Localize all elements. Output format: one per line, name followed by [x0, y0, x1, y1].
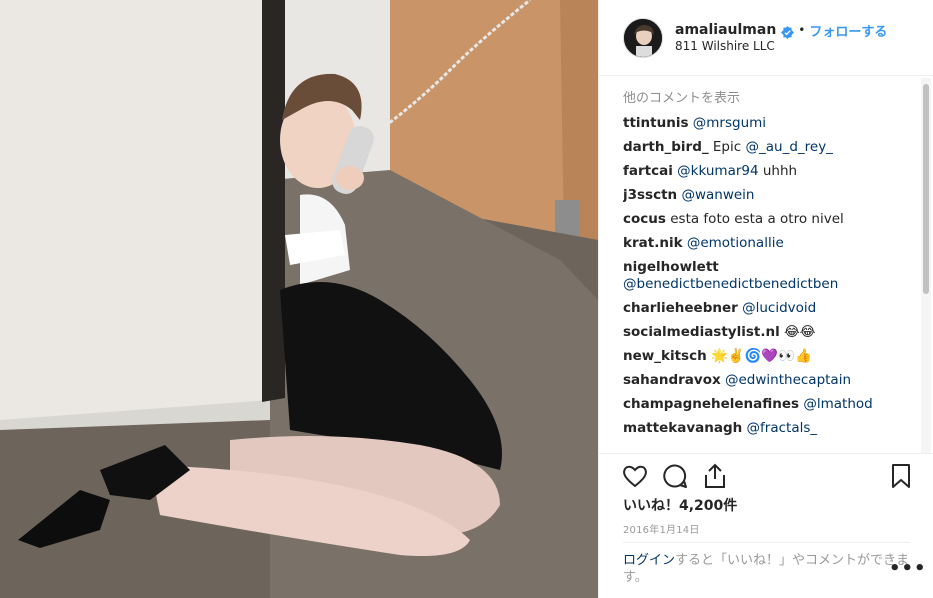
comment-row: cocus esta foto esta a otro nivel [623, 208, 915, 232]
instagram-post-viewer: amaliaulman • フォローする 811 Wilshire LLC 他の… [0, 0, 933, 598]
comment-mention[interactable]: @wanwein [681, 187, 754, 203]
comments-list[interactable]: 他のコメントを表示 ttintunis @mrsgumi darth_bird_ … [623, 86, 915, 452]
share-icon[interactable] [701, 462, 729, 490]
action-bar [599, 453, 933, 501]
comment-username[interactable]: champagnehelenafines [623, 396, 799, 412]
comment-row: sahandravox @edwinthecaptain [623, 369, 915, 393]
comment-mention[interactable]: @mrsgumi [693, 115, 766, 131]
comment-mention[interactable]: @benedictbenedictbenedictben [623, 276, 838, 292]
comment-username[interactable]: socialmediastylist.nl [623, 324, 780, 340]
comment-username[interactable]: fartcai [623, 163, 673, 179]
comment-row: champagnehelenafines @lmathod [623, 393, 915, 417]
more-options-icon[interactable]: ••• [889, 560, 927, 578]
comment-text: esta foto esta a otro nivel [670, 211, 844, 227]
comment-items: ttintunis @mrsgumi darth_bird_ Epic @_au_… [623, 112, 915, 441]
avatar-image [624, 19, 662, 57]
post-header: amaliaulman • フォローする 811 Wilshire LLC [599, 0, 933, 76]
comment-row: new_kitsch 🌟✌️🌀💜👀👍 [623, 345, 915, 369]
comment-text: 😂😂 [784, 324, 816, 340]
avatar[interactable] [623, 18, 663, 58]
comment-username[interactable]: cocus [623, 211, 666, 227]
comment-username[interactable]: krat.nik [623, 235, 683, 251]
comment-mention[interactable]: @_au_d_rey_ [745, 139, 832, 155]
comment-row: j3ssctn @wanwein [623, 184, 915, 208]
comment-text: 🌟✌️🌀💜👀👍 [711, 348, 812, 364]
comment-mention[interactable]: @edwinthecaptain [725, 372, 851, 388]
comment-row: charlieheebner @lucidvoid [623, 297, 915, 321]
comment-username[interactable]: mattekavanagh [623, 420, 742, 436]
bookmark-icon[interactable] [887, 462, 915, 490]
follow-button[interactable]: フォローする [809, 21, 887, 40]
comments-scrollbar[interactable] [921, 78, 931, 453]
photo-illustration [0, 0, 598, 598]
comment-mention[interactable]: @emotionallie [687, 235, 784, 251]
comment-username[interactable]: j3ssctn [623, 187, 677, 203]
comment-row: fartcai @kkumar94 uhhh [623, 160, 915, 184]
comment-username[interactable]: nigelhowlett [623, 259, 719, 275]
comment-username[interactable]: new_kitsch [623, 348, 707, 364]
likes-count[interactable]: いいね！4,200件 [623, 495, 737, 515]
comment-text: Epic [712, 139, 742, 155]
username-row: amaliaulman • フォローする [675, 20, 887, 40]
username-link[interactable]: amaliaulman [675, 22, 776, 38]
comment-username[interactable]: darth_bird_ [623, 139, 709, 155]
comment-row: krat.nik @emotionallie [623, 232, 915, 256]
post-sidebar: amaliaulman • フォローする 811 Wilshire LLC 他の… [598, 0, 933, 598]
comment-mention[interactable]: @lmathod [803, 396, 872, 412]
load-more-comments-button[interactable]: 他のコメントを表示 [623, 86, 915, 112]
comment-mention[interactable]: @fractals_ [747, 420, 818, 436]
login-prompt: ログインすると「いいね！」やコメントができます。 [623, 542, 910, 586]
comment-row: socialmediastylist.nl 😂😂 [623, 321, 915, 345]
comment-username[interactable]: sahandravox [623, 372, 721, 388]
comment-row: nigelhowlett @benedictbenedictbenedictbe… [623, 256, 915, 297]
comment-mention[interactable]: @lucidvoid [742, 300, 816, 316]
post-photo[interactable] [0, 0, 598, 598]
comment-icon[interactable] [661, 462, 689, 490]
login-link[interactable]: ログイン [623, 553, 675, 568]
comment-mention[interactable]: @kkumar94 [677, 163, 758, 179]
comment-row: mattekavanagh @fractals_ [623, 417, 915, 441]
comment-row: ttintunis @mrsgumi [623, 112, 915, 136]
scrollbar-thumb[interactable] [923, 84, 929, 294]
heart-icon[interactable] [621, 462, 649, 490]
comment-text: uhhh [762, 163, 798, 179]
verified-badge-icon [781, 24, 795, 39]
comment-username[interactable]: ttintunis [623, 115, 688, 131]
comment-row: darth_bird_ Epic @_au_d_rey_ [623, 136, 915, 160]
separator-dot: • [798, 23, 806, 37]
post-date: 2016年1月14日 [623, 525, 700, 536]
comment-username[interactable]: charlieheebner [623, 300, 738, 316]
location-link[interactable]: 811 Wilshire LLC [675, 39, 775, 53]
